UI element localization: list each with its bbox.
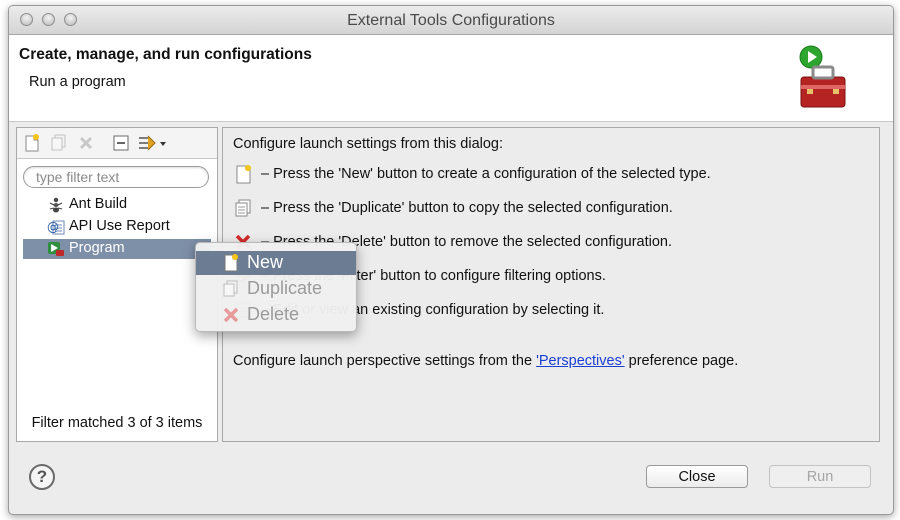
window-title: External Tools Configurations (347, 12, 555, 29)
perspectives-link[interactable]: 'Perspectives' (536, 353, 625, 369)
tree-item-program[interactable]: Program (23, 239, 211, 259)
delete-icon[interactable] (76, 133, 96, 153)
tree-item-label: API Use Report (69, 218, 170, 234)
menu-item-new[interactable]: New (196, 251, 356, 275)
perspective-prefix: Configure launch perspective settings fr… (233, 353, 533, 369)
configuration-tree-panel: Ant Build @ API Use Report Program Filte… (16, 127, 218, 442)
tree-item-ant-build[interactable]: Ant Build (23, 195, 211, 215)
collapse-all-icon[interactable] (111, 133, 131, 153)
filter-input[interactable] (23, 166, 209, 188)
close-button[interactable]: Close (646, 465, 748, 488)
menu-item-delete[interactable]: Delete (196, 303, 356, 327)
instruction-text: – Press the 'New' button to create a con… (261, 165, 711, 182)
filter-status: Filter matched 3 of 3 items (31, 415, 203, 431)
perspective-suffix: preference page. (628, 353, 739, 369)
dialog-window: External Tools Configurations Create, ma… (8, 5, 894, 515)
dialog-header: Create, manage, and run configurations R… (9, 35, 893, 122)
duplicate-icon[interactable] (49, 133, 69, 153)
tree-item-label: Ant Build (69, 196, 128, 212)
duplicate-icon (235, 199, 251, 217)
help-icon[interactable]: ? (29, 464, 55, 490)
settings-intro: Configure launch settings from this dial… (233, 136, 504, 152)
api-report-icon: @ (47, 220, 65, 235)
svg-text:@: @ (47, 220, 59, 234)
ant-icon (49, 197, 63, 213)
perspective-note: Configure launch perspective settings fr… (233, 353, 738, 369)
menu-item-label: Delete (247, 304, 300, 324)
instruction-text: – Press the 'Duplicate' button to copy t… (261, 199, 673, 216)
context-menu: New Duplicate Delete (195, 242, 357, 332)
menu-item-duplicate[interactable]: Duplicate (196, 277, 356, 301)
new-config-icon (224, 254, 238, 272)
delete-icon (223, 307, 239, 323)
run-button[interactable]: Run (769, 465, 871, 488)
tree-toolbar (17, 128, 217, 159)
header-subtitle: Run a program (29, 74, 126, 90)
tree-item-api-use-report[interactable]: @ API Use Report (23, 217, 211, 237)
header-title: Create, manage, and run configurations (19, 46, 312, 63)
instruction-duplicate: – Press the 'Duplicate' button to copy t… (233, 198, 673, 218)
new-config-icon (236, 165, 251, 184)
toolbox-run-icon (799, 45, 846, 108)
tree-item-label: Program (69, 240, 125, 256)
instruction-new: – Press the 'New' button to create a con… (233, 164, 711, 184)
filter-icon[interactable] (137, 133, 167, 153)
title-bar: External Tools Configurations (9, 6, 893, 35)
menu-item-label: New (247, 252, 284, 272)
duplicate-icon (223, 280, 238, 297)
program-icon (48, 242, 64, 256)
menu-item-label: Duplicate (247, 278, 323, 298)
new-config-icon[interactable] (22, 133, 42, 153)
